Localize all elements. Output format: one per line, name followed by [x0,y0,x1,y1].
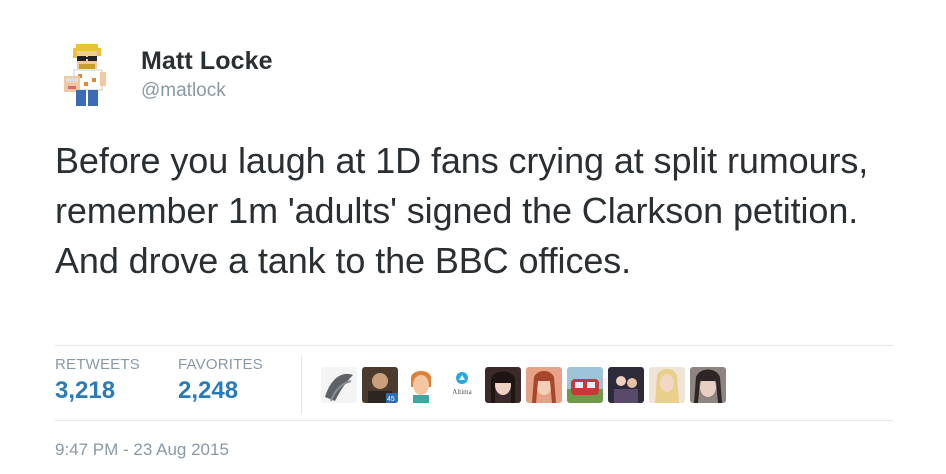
favoriter-avatar-5[interactable] [485,367,521,403]
tweet-timestamp[interactable]: 9:47 PM - 23 Aug 2015 [55,440,229,460]
author-name[interactable]: Matt Locke [141,47,273,76]
favoriter-avatar-7[interactable] [567,367,603,403]
pixel-art-avatar-icon[interactable] [64,42,112,108]
user-avatar-icon [567,367,603,403]
stats-divider-bottom [55,420,893,421]
altima-logo-icon: Altima [444,367,480,403]
favorites-count: 2,248 [178,377,239,404]
svg-text:45: 45 [387,396,395,403]
favoriter-avatar-10[interactable] [690,367,726,403]
author-handle[interactable]: @matlock [141,80,226,102]
retweets-count: 3,218 [55,377,116,404]
favoriter-avatar-4[interactable]: Altima [444,367,480,403]
svg-text:Altima: Altima [452,388,472,396]
user-avatar-icon [526,367,562,403]
user-avatar-icon [485,367,521,403]
favoriter-avatar-6[interactable] [526,367,562,403]
user-avatar-icon [608,367,644,403]
stats-separator [301,356,302,414]
user-avatar-icon [403,367,439,403]
user-avatar-icon [690,367,726,403]
tweet-card: Matt Locke @matlock Before you laugh at … [0,0,946,474]
retweets-stat[interactable]: RETWEETS 3,218 [55,356,140,405]
user-avatar-icon: 45 [362,367,398,403]
favoriter-avatar-2[interactable]: 45 [362,367,398,403]
favorites-stat[interactable]: FAVORITES 2,248 [178,356,263,405]
user-avatar-icon [321,367,357,403]
favorites-label: FAVORITES [178,356,263,373]
favoriters-list: 45 Altima [321,367,726,403]
user-avatar-icon [649,367,685,403]
retweets-label: RETWEETS [55,356,140,373]
tweet-text: Before you laugh at 1D fans crying at sp… [55,140,869,281]
favoriter-avatar-9[interactable] [649,367,685,403]
stats-divider-top [55,345,893,346]
favoriter-avatar-3[interactable] [403,367,439,403]
favoriter-avatar-8[interactable] [608,367,644,403]
favoriter-avatar-1[interactable] [321,367,357,403]
